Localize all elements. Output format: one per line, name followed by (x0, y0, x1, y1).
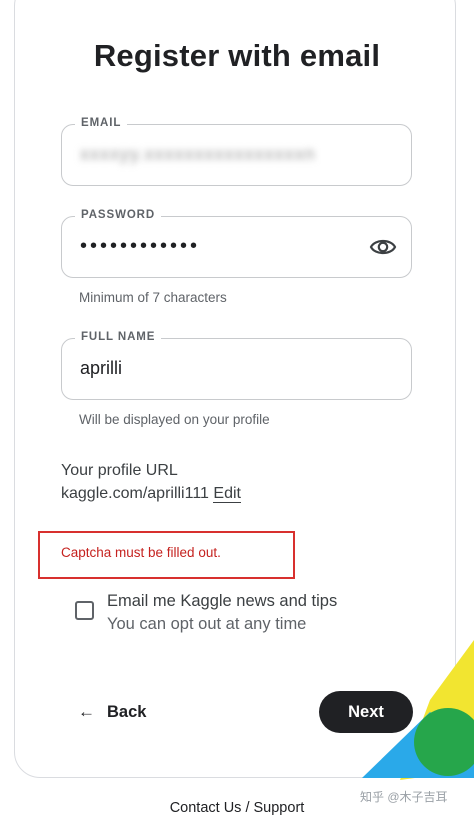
contact-support-link[interactable]: Contact Us / Support (0, 800, 474, 816)
back-button[interactable]: ← Back (64, 693, 160, 731)
password-field[interactable]: PASSWORD •••••••••••• (61, 209, 412, 278)
password-value: •••••••••••• (80, 235, 201, 257)
edit-profile-url-link[interactable]: Edit (213, 485, 241, 503)
back-button-label: Back (107, 702, 147, 721)
register-page: Register with email EMAIL xxxxyy.xxxxxxx… (0, 0, 474, 816)
profile-url-line: kaggle.com/aprilli111 Edit (61, 485, 241, 503)
password-hint: Minimum of 7 characters (79, 290, 227, 305)
page-title: Register with email (93, 38, 381, 73)
next-button[interactable]: Next (319, 691, 413, 733)
full-name-value: aprilli (80, 358, 123, 378)
captcha-error-message: Captcha must be filled out. (61, 545, 221, 560)
newsletter-label: Email me Kaggle news and tips (107, 592, 338, 610)
email-label: EMAIL (75, 117, 128, 129)
email-value: xxxxyy.xxxxxxxxxxxxxxxxn (80, 144, 316, 164)
profile-url-value: kaggle.com/aprilli111 (61, 485, 209, 502)
password-label: PASSWORD (75, 209, 162, 221)
eye-icon[interactable] (369, 235, 397, 259)
full-name-hint: Will be displayed on your profile (79, 412, 270, 427)
next-button-label: Next (348, 702, 384, 721)
newsletter-sublabel: You can opt out at any time (107, 615, 307, 633)
captcha-error-box: Captcha must be filled out. (38, 531, 295, 579)
profile-url-label: Your profile URL (61, 462, 178, 479)
arrow-left-icon: ← (78, 702, 95, 721)
full-name-field[interactable]: FULL NAME aprilli (61, 331, 412, 400)
newsletter-checkbox[interactable] (75, 601, 94, 620)
full-name-label: FULL NAME (75, 331, 162, 343)
email-field[interactable]: EMAIL xxxxyy.xxxxxxxxxxxxxxxxn (61, 117, 412, 186)
